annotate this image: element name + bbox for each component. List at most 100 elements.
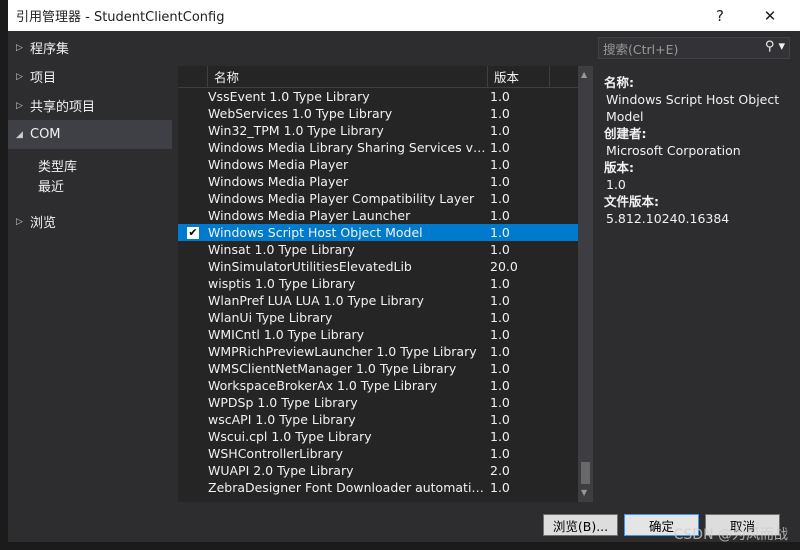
details-creator: Microsoft Corporation xyxy=(606,143,741,158)
row-version: 1.0 xyxy=(490,242,510,257)
expand-arrow-icon: ▷ xyxy=(16,71,23,82)
list-row[interactable]: Windows Media Player 1.0 xyxy=(178,173,593,190)
nav-panel: ▷ 程序集 ▷ 项目 ▷ 共享的项目 ◢ COM 类型库 最近 ▷ 浏览 xyxy=(8,31,172,501)
scroll-down-icon[interactable]: ▼ xyxy=(581,488,587,497)
details-version-label: 版本: xyxy=(604,160,634,175)
row-name: Windows Media Player xyxy=(208,157,349,172)
close-button[interactable]: ✕ xyxy=(750,0,790,31)
list-row[interactable]: WebServices 1.0 Type Library 1.0 xyxy=(178,105,593,122)
scrollbar-thumb[interactable] xyxy=(581,462,590,484)
expand-arrow-icon: ▷ xyxy=(16,100,23,111)
row-version: 1.0 xyxy=(490,123,510,138)
details-version: 1.0 xyxy=(606,177,626,192)
details-name: Windows Script Host Object Model xyxy=(606,92,780,124)
com-reference-list: 名称 版本 VssEvent 1.0 Type Library 1.0 WebSer… xyxy=(178,66,593,502)
list-row[interactable]: WMICntl 1.0 Type Library 1.0 xyxy=(178,326,593,343)
row-name: Winsat 1.0 Type Library xyxy=(208,242,355,257)
nav-com[interactable]: ◢ COM xyxy=(8,120,172,149)
list-header: 名称 版本 xyxy=(178,66,593,88)
list-row[interactable]: Windows Media Library Sharing Services v… xyxy=(178,139,593,156)
list-row[interactable]: wisptis 1.0 Type Library 1.0 xyxy=(178,275,593,292)
list-row[interactable]: WlanPref LUA LUA 1.0 Type Library 1.0 xyxy=(178,292,593,309)
list-row[interactable]: Winsat 1.0 Type Library 1.0 xyxy=(178,241,593,258)
row-name: WlanUi Type Library xyxy=(208,310,333,325)
row-version: 1.0 xyxy=(490,344,510,359)
list-row[interactable]: ✔ Windows Script Host Object Model 1.0 xyxy=(178,224,593,241)
row-version: 1.0 xyxy=(490,310,510,325)
list-row[interactable]: VssEvent 1.0 Type Library 1.0 xyxy=(178,88,593,105)
checkmark-icon[interactable]: ✔ xyxy=(187,226,199,239)
row-version: 1.0 xyxy=(490,429,510,444)
row-version: 1.0 xyxy=(490,208,510,223)
row-checkbox[interactable]: ✔ xyxy=(178,226,208,239)
row-name: Win32_TPM 1.0 Type Library xyxy=(208,123,384,138)
nav-projects[interactable]: ▷ 项目 xyxy=(8,62,172,91)
search-icon[interactable]: ⚲ ▾ xyxy=(765,39,785,54)
list-row[interactable]: WMSClientNetManager 1.0 Type Library 1.0 xyxy=(178,360,593,377)
help-button[interactable]: ? xyxy=(700,0,740,31)
row-version: 20.0 xyxy=(490,259,518,274)
scroll-up-icon[interactable]: ▲ xyxy=(581,70,587,79)
row-name: WebServices 1.0 Type Library xyxy=(208,106,393,121)
row-name: WSHControllerLibrary xyxy=(208,446,343,461)
window-title: 引用管理器 - StudentClientConfig xyxy=(8,0,800,31)
search-input[interactable]: 搜索(Ctrl+E) ⚲ ▾ xyxy=(598,37,790,59)
row-version: 1.0 xyxy=(490,225,510,240)
list-row[interactable]: Wscui.cpl 1.0 Type Library 1.0 xyxy=(178,428,593,445)
details-file-version: 5.812.10240.16384 xyxy=(606,211,730,226)
list-row[interactable]: Windows Media Player Launcher 1.0 xyxy=(178,207,593,224)
row-name: Windows Script Host Object Model xyxy=(208,225,423,240)
list-row[interactable]: ZebraDesigner Font Downloader automatio.… xyxy=(178,479,593,496)
row-version: 1.0 xyxy=(490,157,510,172)
row-version: 1.0 xyxy=(490,276,510,291)
row-version: 1.0 xyxy=(490,174,510,189)
details-panel: 名称: Windows Script Host Object Model 创建者… xyxy=(604,74,794,227)
row-name: wscAPI 1.0 Type Library xyxy=(208,412,356,427)
row-version: 1.0 xyxy=(490,140,510,155)
header-version[interactable]: 版本 xyxy=(488,66,550,87)
nav-label: 共享的项目 xyxy=(30,100,96,115)
nav-assemblies[interactable]: ▷ 程序集 xyxy=(8,33,172,62)
nav-type-libraries[interactable]: 类型库 xyxy=(8,155,172,175)
nav-label: COM xyxy=(30,127,61,142)
nav-shared-projects[interactable]: ▷ 共享的项目 xyxy=(8,91,172,120)
row-name: Windows Media Player xyxy=(208,174,349,189)
row-name: WMSClientNetManager 1.0 Type Library xyxy=(208,361,457,376)
list-row[interactable]: WMPRichPreviewLauncher 1.0 Type Library 1… xyxy=(178,343,593,360)
nav-browse[interactable]: ▷ 浏览 xyxy=(8,207,172,236)
row-name: Windows Media Library Sharing Services v… xyxy=(208,140,488,155)
expand-arrow-icon: ▷ xyxy=(16,216,23,227)
row-name: Windows Media Player Launcher xyxy=(208,208,411,223)
row-version: 1.0 xyxy=(490,395,510,410)
list-row[interactable]: WorkspaceBrokerAx 1.0 Type Library 1.0 xyxy=(178,377,593,394)
list-row[interactable]: WPDSp 1.0 Type Library 1.0 xyxy=(178,394,593,411)
row-name: WPDSp 1.0 Type Library xyxy=(208,395,358,410)
list-row[interactable]: wscAPI 1.0 Type Library 1.0 xyxy=(178,411,593,428)
row-name: Wscui.cpl 1.0 Type Library xyxy=(208,429,372,444)
browse-button[interactable]: 浏览(B)... xyxy=(543,514,618,536)
list-row[interactable]: WlanUi Type Library 1.0 xyxy=(178,309,593,326)
details-creator-label: 创建者: xyxy=(604,126,647,141)
collapse-arrow-icon: ◢ xyxy=(16,129,23,140)
details-name-label: 名称: xyxy=(604,75,634,90)
row-version: 1.0 xyxy=(490,327,510,342)
row-name: WlanPref LUA LUA 1.0 Type Library xyxy=(208,293,424,308)
row-version: 1.0 xyxy=(490,293,510,308)
list-row[interactable]: Windows Media Player Compatibility Layer… xyxy=(178,190,593,207)
list-scrollbar[interactable]: ▲ ▼ xyxy=(578,66,593,502)
row-version: 1.0 xyxy=(490,89,510,104)
row-name: WinSimulatorUtilitiesElevatedLib xyxy=(208,259,412,274)
list-row[interactable]: Windows Media Player 1.0 xyxy=(178,156,593,173)
nav-recent[interactable]: 最近 xyxy=(8,175,172,195)
list-row[interactable]: WUAPI 2.0 Type Library 2.0 xyxy=(178,462,593,479)
header-check-column[interactable] xyxy=(178,66,208,87)
row-name: WMICntl 1.0 Type Library xyxy=(208,327,365,342)
list-row[interactable]: Win32_TPM 1.0 Type Library 1.0 xyxy=(178,122,593,139)
search-placeholder: 搜索(Ctrl+E) xyxy=(603,41,679,57)
row-name: WMPRichPreviewLauncher 1.0 Type Library xyxy=(208,344,477,359)
row-version: 1.0 xyxy=(490,446,510,461)
list-row[interactable]: WinSimulatorUtilitiesElevatedLib 20.0 xyxy=(178,258,593,275)
expand-arrow-icon: ▷ xyxy=(16,42,23,53)
list-row[interactable]: WSHControllerLibrary 1.0 xyxy=(178,445,593,462)
header-name[interactable]: 名称 xyxy=(208,66,488,87)
